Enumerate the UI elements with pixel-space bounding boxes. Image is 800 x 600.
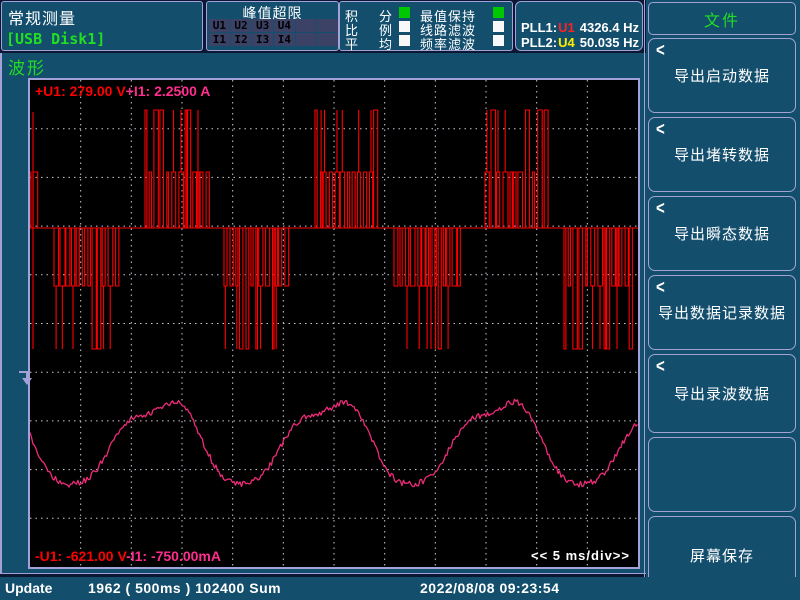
update-counter: 1962 ( 500ms ) 102400 Sum — [88, 580, 281, 596]
peak-cell-u3: U3 — [252, 19, 273, 32]
readout-bottom: -U1: -621.00 V-I1: -750.00mA — [35, 548, 221, 564]
peak-over-limit-panel: 峰值超限 U1 U2 U3 U4 I1 I2 I3 I4 — [206, 1, 339, 51]
peak-cell-u4: U4 — [274, 19, 295, 32]
file-menu-sidebar: 文件 < 导出启动数据 < 导出堵转数据 < 导出瞬态数据 < 导出数据记录数据… — [646, 0, 800, 600]
peak-current-row: I1 I2 I3 I4 — [209, 33, 338, 46]
peak-cell-empty — [296, 33, 317, 46]
current-peak-minus-readout: -I1: -750.00mA — [126, 548, 221, 564]
voltage-peak-plus-readout: +U1: 279.00 V — [35, 83, 126, 99]
mode-title: 常规测量 — [8, 5, 76, 29]
peak-cell-empty — [317, 33, 338, 46]
waveform-tab-label: 波形 — [8, 54, 46, 79]
pll1-value: 4326.4 Hz — [580, 20, 639, 35]
chevron-left-icon: < — [656, 277, 665, 297]
flag-char: 平 — [345, 34, 358, 53]
sidebar-button-export-datalog-data[interactable]: < 导出数据记录数据 — [648, 275, 796, 350]
peak-cell-i4: I4 — [274, 33, 295, 46]
voltage-peak-minus-readout: -U1: -621.00 V — [35, 548, 126, 564]
peak-voltage-row: U1 U2 U3 U4 — [209, 19, 338, 32]
pll1-source: U1 — [558, 20, 575, 35]
sidebar-button-label: 导出数据记录数据 — [658, 302, 786, 323]
sidebar-button-export-waverecord-data[interactable]: < 导出录波数据 — [648, 354, 796, 433]
sidebar-button-label: 导出启动数据 — [674, 65, 770, 86]
flag-char: 均 — [379, 34, 392, 53]
flags-panel: 积 分 最值保持 比 例 线路滤波 平 均 频率滤波 — [339, 1, 513, 51]
averaging-indicator — [399, 35, 410, 46]
peak-cell-i2: I2 — [231, 33, 252, 46]
pll2-value: 50.035 Hz — [580, 35, 639, 50]
datetime: 2022/08/08 09:23:54 — [420, 580, 560, 596]
chevron-left-icon: < — [656, 119, 665, 139]
status-bar: Update 1962 ( 500ms ) 102400 Sum 2022/08… — [0, 577, 800, 600]
peak-cell-i3: I3 — [252, 33, 273, 46]
flag-row-integration: 积 分 最值保持 — [340, 6, 512, 20]
menu-title: 文件 — [648, 2, 796, 35]
sidebar-button-export-stall-data[interactable]: < 导出堵转数据 — [648, 117, 796, 192]
line-filter-indicator — [493, 21, 504, 32]
freq-filter-label: 频率滤波 — [420, 34, 476, 53]
timebase-label: << 5 ms/div>> — [531, 548, 630, 563]
pll-panel: PLL1:U1 4326.4 Hz PLL2:U4 50.035 Hz — [515, 1, 643, 51]
sidebar-button-export-startup-data[interactable]: < 导出启动数据 — [648, 38, 796, 113]
current-peak-plus-readout: +I1: 2.2500 A — [126, 83, 211, 99]
measure-mode-panel: 常规测量 [USB Disk1] — [1, 1, 203, 51]
usb-disk-status: [USB Disk1] — [6, 30, 105, 48]
flag-row-scaling: 比 例 线路滤波 — [340, 20, 512, 34]
chevron-left-icon: < — [656, 198, 665, 218]
pll1-label: PLL1: — [521, 20, 557, 35]
freq-filter-indicator — [493, 35, 504, 46]
menu-title-label: 文件 — [704, 7, 740, 31]
integration-indicator — [399, 7, 410, 18]
sidebar-divider — [644, 0, 645, 600]
waveform-canvas — [30, 80, 638, 567]
peak-cell-u1: U1 — [209, 19, 230, 32]
readout-top: +U1: 279.00 V+I1: 2.2500 A — [35, 83, 210, 99]
pll1-row: PLL1:U1 4326.4 Hz — [521, 20, 639, 34]
sidebar-button-export-transient-data[interactable]: < 导出瞬态数据 — [648, 196, 796, 271]
peak-cell-empty — [317, 19, 338, 32]
peak-cell-i1: I1 — [209, 33, 230, 46]
flag-row-averaging: 平 均 频率滤波 — [340, 34, 512, 48]
sidebar-button-label: 屏幕保存 — [690, 545, 754, 566]
pll2-row: PLL2:U4 50.035 Hz — [521, 35, 639, 49]
peak-cell-empty — [296, 19, 317, 32]
grid-dotted-lines — [30, 80, 638, 567]
power-analyzer-screen: { "header": { "mode_title": "常规测量", "usb… — [0, 0, 800, 600]
pll2-label: PLL2: — [521, 35, 557, 50]
sidebar-button-blank[interactable] — [648, 437, 796, 512]
waveform-plot: +U1: 279.00 V+I1: 2.2500 A -U1: -621.00 … — [28, 78, 640, 569]
pll2-source: U4 — [558, 35, 575, 50]
max-hold-indicator — [493, 7, 504, 18]
waveform-area: 波形 +U1: 279.00 V+I1: 2.2500 A -U1: -621.… — [0, 53, 646, 574]
trigger-position-marker-icon — [18, 369, 34, 386]
peak-cell-u2: U2 — [231, 19, 252, 32]
sidebar-button-label: 导出瞬态数据 — [674, 223, 770, 244]
chevron-left-icon: < — [656, 40, 665, 60]
sidebar-button-label: 导出录波数据 — [674, 383, 770, 404]
update-label: Update — [5, 580, 52, 596]
sidebar-button-label: 导出堵转数据 — [674, 144, 770, 165]
chevron-left-icon: < — [656, 356, 665, 376]
scaling-indicator — [399, 21, 410, 32]
